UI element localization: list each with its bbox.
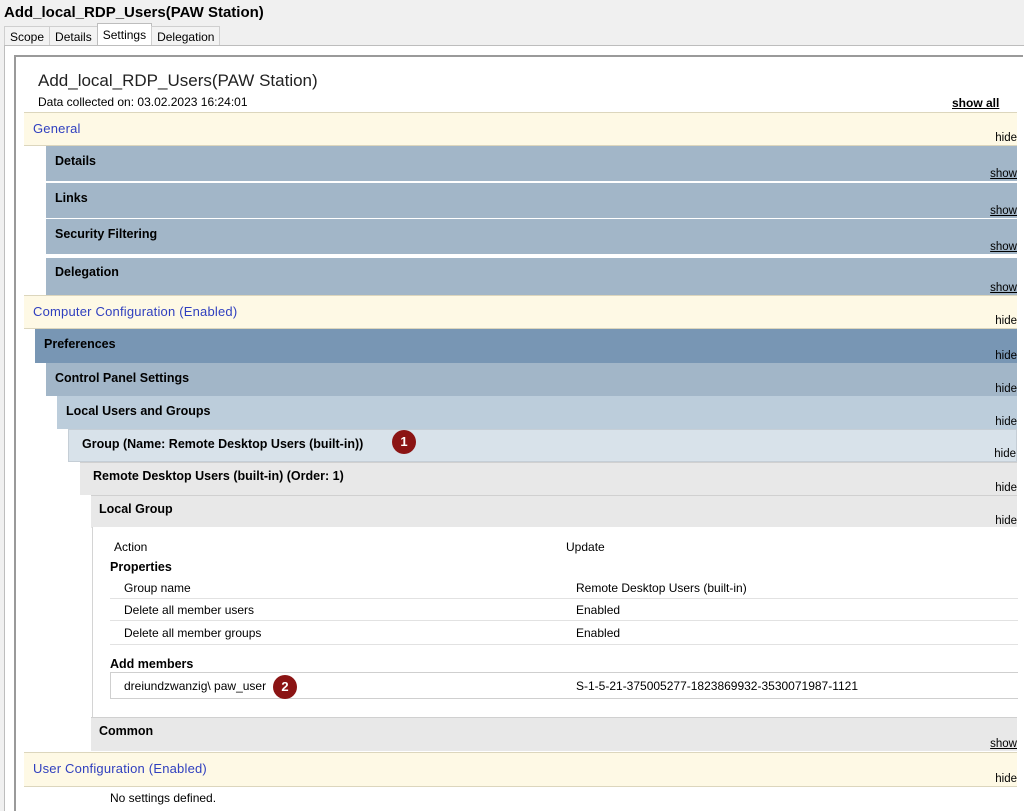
control-panel-settings-hide-toggle[interactable]: hide bbox=[995, 383, 1017, 395]
section-rdu-order-label: Remote Desktop Users (built-in) (Order: … bbox=[93, 469, 344, 483]
local-group-hide-toggle[interactable]: hide bbox=[995, 515, 1017, 527]
section-delegation-label: Delegation bbox=[55, 265, 119, 279]
property-value: Enabled bbox=[576, 603, 621, 617]
section-security-filtering-label: Security Filtering bbox=[55, 227, 158, 241]
properties-heading: Properties bbox=[110, 560, 172, 574]
group-hide-toggle[interactable]: hide bbox=[994, 448, 1016, 460]
property-name: Group name bbox=[124, 581, 191, 595]
section-control-panel-settings[interactable]: Control Panel Settings hide bbox=[46, 363, 1017, 396]
section-preferences[interactable]: Preferences hide bbox=[35, 329, 1017, 363]
user-configuration-hide-toggle[interactable]: hide bbox=[995, 773, 1017, 785]
callout-badge-2: 2 bbox=[273, 675, 297, 699]
tab-details[interactable]: Details bbox=[49, 26, 98, 46]
callout-badge-1: 1 bbox=[392, 430, 416, 454]
section-group-remote-desktop-users[interactable]: Group (Name: Remote Desktop Users (built… bbox=[68, 429, 1017, 462]
add-members-heading: Add members bbox=[110, 657, 194, 671]
member-sid: S-1-5-21-375005277-1823869932-3530071987… bbox=[576, 679, 859, 693]
section-links[interactable]: Links show bbox=[46, 183, 1017, 218]
tab-scope[interactable]: Scope bbox=[4, 26, 51, 46]
section-common-label: Common bbox=[99, 724, 154, 738]
local-users-and-groups-hide-toggle[interactable]: hide bbox=[995, 416, 1017, 428]
delegation-show-toggle[interactable]: show bbox=[990, 282, 1017, 294]
security-filtering-show-toggle[interactable]: show bbox=[990, 241, 1017, 253]
tab-bar: Scope Details Settings Delegation bbox=[4, 23, 221, 46]
section-computer-configuration-label: Computer Configuration (Enabled) bbox=[33, 304, 238, 319]
section-general[interactable]: General hide bbox=[24, 112, 1017, 146]
section-remote-desktop-users-order[interactable]: Remote Desktop Users (built-in) (Order: … bbox=[80, 462, 1017, 495]
show-all-link[interactable]: show all bbox=[952, 96, 999, 110]
table-row-divider bbox=[110, 620, 1018, 621]
details-show-toggle[interactable]: show bbox=[990, 168, 1017, 180]
section-local-users-and-groups[interactable]: Local Users and Groups hide bbox=[57, 396, 1017, 429]
section-local-group-label: Local Group bbox=[99, 502, 173, 516]
links-show-toggle[interactable]: show bbox=[990, 205, 1017, 217]
data-collected-text: Data collected on: 03.02.2023 16:24:01 bbox=[38, 95, 248, 109]
section-details[interactable]: Details show bbox=[46, 146, 1017, 181]
section-general-label: General bbox=[33, 121, 81, 136]
section-common[interactable]: Common show bbox=[91, 717, 1017, 751]
common-show-toggle[interactable]: show bbox=[990, 738, 1017, 750]
section-delegation[interactable]: Delegation show bbox=[46, 258, 1017, 295]
computer-configuration-hide-toggle[interactable]: hide bbox=[995, 315, 1017, 327]
action-label: Action bbox=[114, 540, 148, 554]
section-user-configuration[interactable]: User Configuration (Enabled) hide bbox=[24, 752, 1017, 787]
section-local-users-and-groups-label: Local Users and Groups bbox=[66, 404, 211, 418]
section-details-label: Details bbox=[55, 154, 96, 168]
rdu-order-hide-toggle[interactable]: hide bbox=[995, 482, 1017, 494]
section-links-label: Links bbox=[55, 191, 88, 205]
section-preferences-label: Preferences bbox=[44, 337, 116, 351]
tab-settings[interactable]: Settings bbox=[96, 23, 153, 45]
section-user-configuration-label: User Configuration (Enabled) bbox=[33, 761, 207, 776]
window-title: Add_local_RDP_Users(PAW Station) bbox=[4, 4, 264, 21]
action-value: Update bbox=[566, 540, 605, 554]
section-security-filtering[interactable]: Security Filtering show bbox=[46, 219, 1017, 254]
property-name: Delete all member groups bbox=[124, 626, 262, 640]
no-settings-text: No settings defined. bbox=[110, 791, 217, 805]
section-computer-configuration[interactable]: Computer Configuration (Enabled) hide bbox=[24, 295, 1017, 329]
general-hide-toggle[interactable]: hide bbox=[995, 132, 1017, 144]
property-value: Enabled bbox=[576, 626, 621, 640]
section-group-label: Group (Name: Remote Desktop Users (built… bbox=[82, 437, 364, 451]
report-title: Add_local_RDP_Users(PAW Station) bbox=[38, 71, 318, 90]
property-value: Remote Desktop Users (built-in) bbox=[576, 581, 747, 595]
section-control-panel-settings-label: Control Panel Settings bbox=[55, 371, 190, 385]
property-name: Delete all member users bbox=[124, 603, 255, 617]
member-name: dreiundzwanzig\ paw_user bbox=[124, 679, 267, 693]
section-local-group[interactable]: Local Group hide bbox=[91, 495, 1017, 528]
table-row-divider bbox=[110, 598, 1018, 599]
preferences-hide-toggle[interactable]: hide bbox=[995, 350, 1017, 362]
table-row-divider bbox=[110, 644, 1018, 645]
tab-delegation[interactable]: Delegation bbox=[151, 26, 221, 46]
